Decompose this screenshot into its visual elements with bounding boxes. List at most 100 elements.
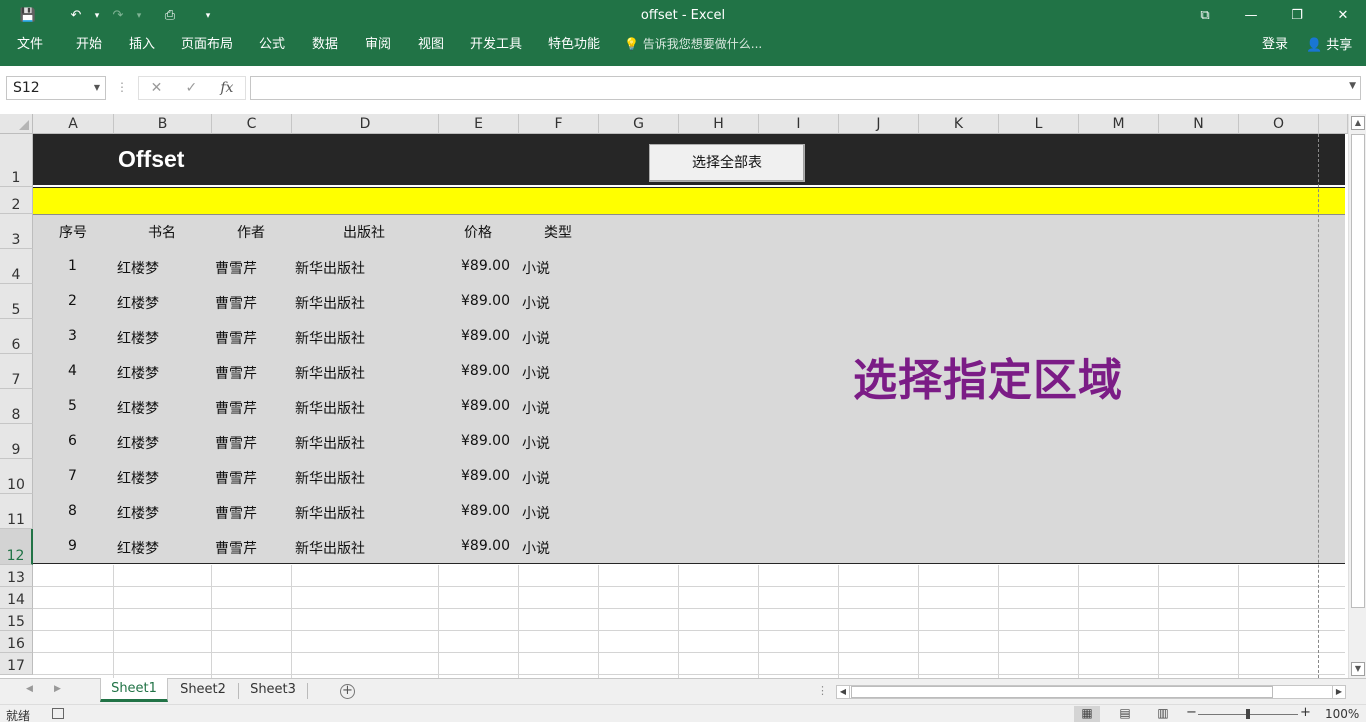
column-header-l[interactable]: L xyxy=(999,114,1079,134)
row-header-8[interactable]: 8 xyxy=(0,389,33,424)
row-header-17[interactable]: 17 xyxy=(0,653,33,675)
cell-author[interactable]: 曹雪芹 xyxy=(215,363,257,383)
add-sheet-icon[interactable]: + xyxy=(340,684,355,699)
tab-page-layout[interactable]: 页面布局 xyxy=(181,31,233,60)
cell-price[interactable]: ¥89.00 xyxy=(461,293,510,309)
cell-index[interactable]: 9 xyxy=(68,538,77,554)
cell-type[interactable]: 小说 xyxy=(522,328,550,348)
save-icon[interactable]: 💾 xyxy=(14,0,42,31)
splitter-grip-icon[interactable]: ⋮ xyxy=(817,684,828,697)
cell-book-name[interactable]: 红楼梦 xyxy=(117,433,159,453)
column-header-c[interactable]: C xyxy=(212,114,292,134)
cell-price[interactable]: ¥89.00 xyxy=(461,398,510,414)
enter-formula-button[interactable]: ✓ xyxy=(185,80,197,96)
scroll-left-icon[interactable]: ◀ xyxy=(837,686,850,698)
cell-author[interactable]: 曹雪芹 xyxy=(215,328,257,348)
cell-author[interactable]: 曹雪芹 xyxy=(215,433,257,453)
scroll-down-icon[interactable]: ▼ xyxy=(1351,662,1365,676)
worksheet-grid[interactable]: A B C D E F G H I J K L M N O 1 2 3 4 5 … xyxy=(0,114,1366,678)
cell-publisher[interactable]: 新华出版社 xyxy=(295,398,365,418)
cell-price[interactable]: ¥89.00 xyxy=(461,328,510,344)
cell-price[interactable]: ¥89.00 xyxy=(461,433,510,449)
row-header-6[interactable]: 6 xyxy=(0,319,33,354)
insert-function-button[interactable]: fx xyxy=(220,80,233,96)
cell-book-name[interactable]: 红楼梦 xyxy=(117,293,159,313)
row-header-13[interactable]: 13 xyxy=(0,565,33,587)
cell-publisher[interactable]: 新华出版社 xyxy=(295,293,365,313)
tab-file[interactable]: 文件 xyxy=(17,31,43,60)
column-header-i[interactable]: I xyxy=(759,114,839,134)
cell-price[interactable]: ¥89.00 xyxy=(461,363,510,379)
row-header-2[interactable]: 2 xyxy=(0,187,33,214)
tab-insert[interactable]: 插入 xyxy=(129,31,155,60)
column-header-d[interactable]: D xyxy=(292,114,439,134)
tab-special-features[interactable]: 特色功能 xyxy=(548,31,600,60)
scroll-up-icon[interactable]: ▲ xyxy=(1351,116,1365,130)
tab-view[interactable]: 视图 xyxy=(418,31,444,60)
macro-record-icon[interactable] xyxy=(52,708,64,719)
column-header-f[interactable]: F xyxy=(519,114,599,134)
column-header-e[interactable]: E xyxy=(439,114,519,134)
redo-dropdown-icon[interactable]: ▾ xyxy=(132,0,146,31)
cell-price[interactable]: ¥89.00 xyxy=(461,538,510,554)
ribbon-display-options-icon[interactable]: ⧉ xyxy=(1182,0,1228,31)
cancel-formula-button[interactable]: ✕ xyxy=(151,80,163,96)
tab-home[interactable]: 开始 xyxy=(76,31,102,60)
cell-type[interactable]: 小说 xyxy=(522,258,550,278)
column-header-k[interactable]: K xyxy=(919,114,999,134)
cell-price[interactable]: ¥89.00 xyxy=(461,468,510,484)
page-layout-view-icon[interactable]: ▤ xyxy=(1112,706,1138,722)
tab-data[interactable]: 数据 xyxy=(312,31,338,60)
cell-type[interactable]: 小说 xyxy=(522,398,550,418)
cell-author[interactable]: 曹雪芹 xyxy=(215,398,257,418)
row-header-1[interactable]: 1 xyxy=(0,134,33,187)
zoom-level[interactable]: 100% xyxy=(1325,707,1359,721)
cell-type[interactable]: 小说 xyxy=(522,468,550,488)
horizontal-scroll-thumb[interactable] xyxy=(851,686,1273,698)
column-header-n[interactable]: N xyxy=(1159,114,1239,134)
undo-icon[interactable]: ↶ xyxy=(62,0,90,31)
cell-book-name[interactable]: 红楼梦 xyxy=(117,363,159,383)
cell-price[interactable]: ¥89.00 xyxy=(461,258,510,274)
vertical-scroll-thumb[interactable] xyxy=(1351,134,1365,608)
cell-author[interactable]: 曹雪芹 xyxy=(215,468,257,488)
cell-index[interactable]: 2 xyxy=(68,293,77,309)
cell-index[interactable]: 5 xyxy=(68,398,77,414)
row-header-16[interactable]: 16 xyxy=(0,631,33,653)
tab-formulas[interactable]: 公式 xyxy=(259,31,285,60)
tab-developer[interactable]: 开发工具 xyxy=(470,31,522,60)
scroll-right-icon[interactable]: ▶ xyxy=(1332,686,1345,698)
select-all-corner[interactable] xyxy=(0,114,33,134)
customize-qat-icon[interactable]: ▾ xyxy=(194,0,222,31)
cell-book-name[interactable]: 红楼梦 xyxy=(117,398,159,418)
cell-book-name[interactable]: 红楼梦 xyxy=(117,503,159,523)
cell-price[interactable]: ¥89.00 xyxy=(461,503,510,519)
horizontal-scrollbar[interactable]: ◀ ▶ xyxy=(836,685,1346,699)
cell-book-name[interactable]: 红楼梦 xyxy=(117,468,159,488)
cell-publisher[interactable]: 新华出版社 xyxy=(295,328,365,348)
row-header-15[interactable]: 15 xyxy=(0,609,33,631)
restore-button[interactable]: ❐ xyxy=(1274,0,1320,31)
share-button[interactable]: 👤 共享 xyxy=(1300,35,1358,57)
expand-formula-bar-icon[interactable]: ▼ xyxy=(1349,81,1356,91)
name-box[interactable]: S12 ▼ xyxy=(6,76,106,100)
column-header-j[interactable]: J xyxy=(839,114,919,134)
cell-publisher[interactable]: 新华出版社 xyxy=(295,258,365,278)
cell-book-name[interactable]: 红楼梦 xyxy=(117,258,159,278)
zoom-in-icon[interactable]: + xyxy=(1300,705,1311,720)
tell-me-search[interactable]: 💡 告诉我您想要做什么... xyxy=(624,31,762,60)
cell-author[interactable]: 曹雪芹 xyxy=(215,258,257,278)
column-header-g[interactable]: G xyxy=(599,114,679,134)
cell-index[interactable]: 3 xyxy=(68,328,77,344)
cell-type[interactable]: 小说 xyxy=(522,433,550,453)
column-header-m[interactable]: M xyxy=(1079,114,1159,134)
cell-book-name[interactable]: 红楼梦 xyxy=(117,328,159,348)
column-header-p[interactable] xyxy=(1319,114,1348,134)
row-header-4[interactable]: 4 xyxy=(0,249,33,284)
formula-input[interactable]: ▼ xyxy=(250,76,1361,100)
cell-book-name[interactable]: 红楼梦 xyxy=(117,538,159,558)
row-header-11[interactable]: 11 xyxy=(0,494,33,529)
cell-type[interactable]: 小说 xyxy=(522,293,550,313)
cell-publisher[interactable]: 新华出版社 xyxy=(295,538,365,558)
cell-author[interactable]: 曹雪芹 xyxy=(215,293,257,313)
